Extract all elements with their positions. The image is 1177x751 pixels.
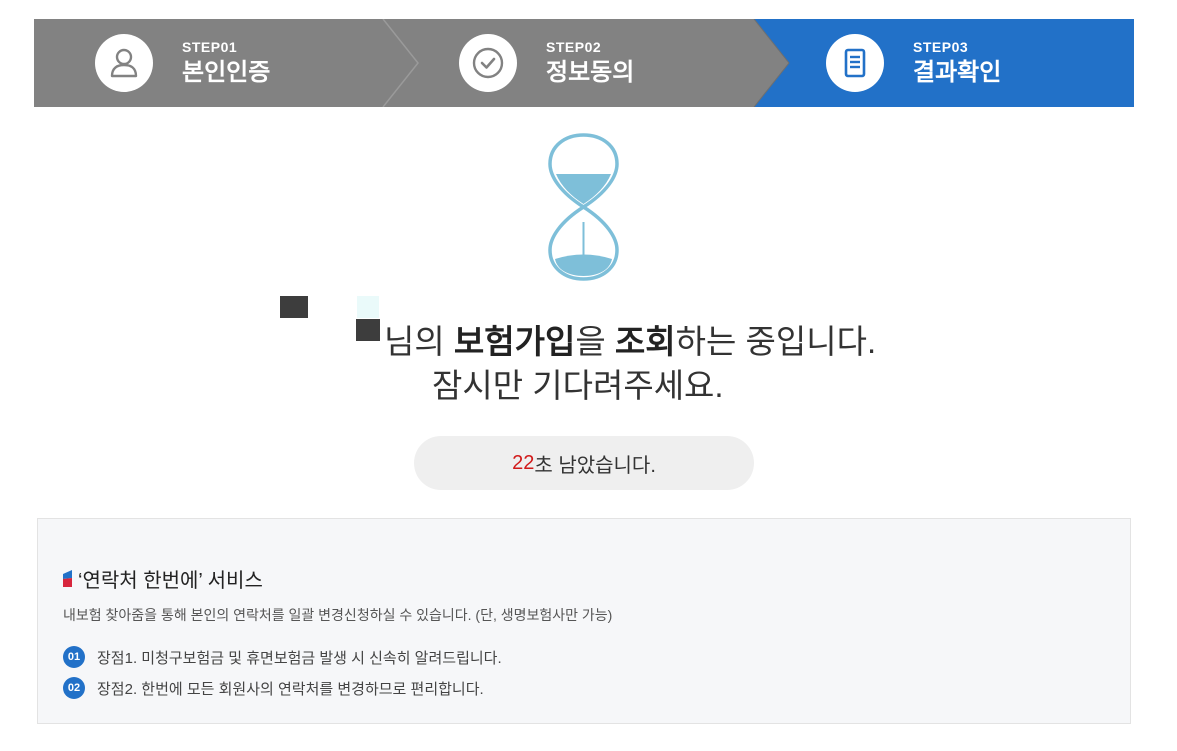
document-icon	[826, 34, 884, 92]
step-number: STEP03	[913, 39, 969, 55]
step-progress-bar: STEP01 본인인증 STEP02 정보동의 STEP03 결과확인	[34, 19, 1134, 107]
flag-icon	[63, 570, 72, 587]
merit-item: 01 장점1. 미청구보험금 및 휴면보험금 발생 시 신속히 알려드립니다.	[63, 646, 502, 668]
step-3-active: STEP03 결과확인	[826, 19, 1001, 107]
service-title: ‘연락처 한번에’ 서비스	[63, 564, 263, 593]
step-number: STEP02	[546, 39, 602, 55]
status-message-line1: 님의 보험가입을 조회하는 중입니다.	[384, 323, 877, 360]
status-message-line2: 잠시만 기다려주세요.	[432, 367, 724, 404]
step-name: 결과확인	[913, 59, 1002, 86]
merit-badge: 02	[63, 677, 85, 699]
merit-text: 장점2. 한번에 모든 회원사의 연락처를 변경하므로 편리합니다.	[97, 680, 484, 698]
masked-block	[356, 319, 380, 341]
contact-service-box: ‘연락처 한번에’ 서비스 내보험 찾아줌을 통해 본인의 연락처를 일괄 변경…	[37, 518, 1131, 724]
step-name: 본인인증	[182, 59, 271, 86]
check-circle-icon	[459, 34, 517, 92]
merit-text: 장점1. 미청구보험금 및 휴면보험금 발생 시 신속히 알려드립니다.	[97, 649, 502, 667]
user-icon	[95, 34, 153, 92]
remaining-seconds: 22	[512, 451, 535, 474]
step-number: STEP01	[182, 39, 238, 55]
step-1: STEP01 본인인증	[95, 19, 270, 107]
merit-badge: 01	[63, 646, 85, 668]
hourglass-icon	[548, 133, 619, 281]
countdown-timer: 22 초 남았습니다.	[414, 436, 754, 490]
timer-suffix: 초 남았습니다.	[534, 454, 656, 477]
masked-block	[280, 296, 308, 318]
masked-block	[357, 296, 379, 318]
step-2: STEP02 정보동의	[459, 19, 634, 107]
step-name: 정보동의	[546, 59, 635, 86]
merit-item: 02 장점2. 한번에 모든 회원사의 연락처를 변경하므로 편리합니다.	[63, 677, 484, 699]
service-description: 내보험 찾아줌을 통해 본인의 연락처를 일괄 변경신청하실 수 있습니다. (…	[63, 607, 613, 623]
